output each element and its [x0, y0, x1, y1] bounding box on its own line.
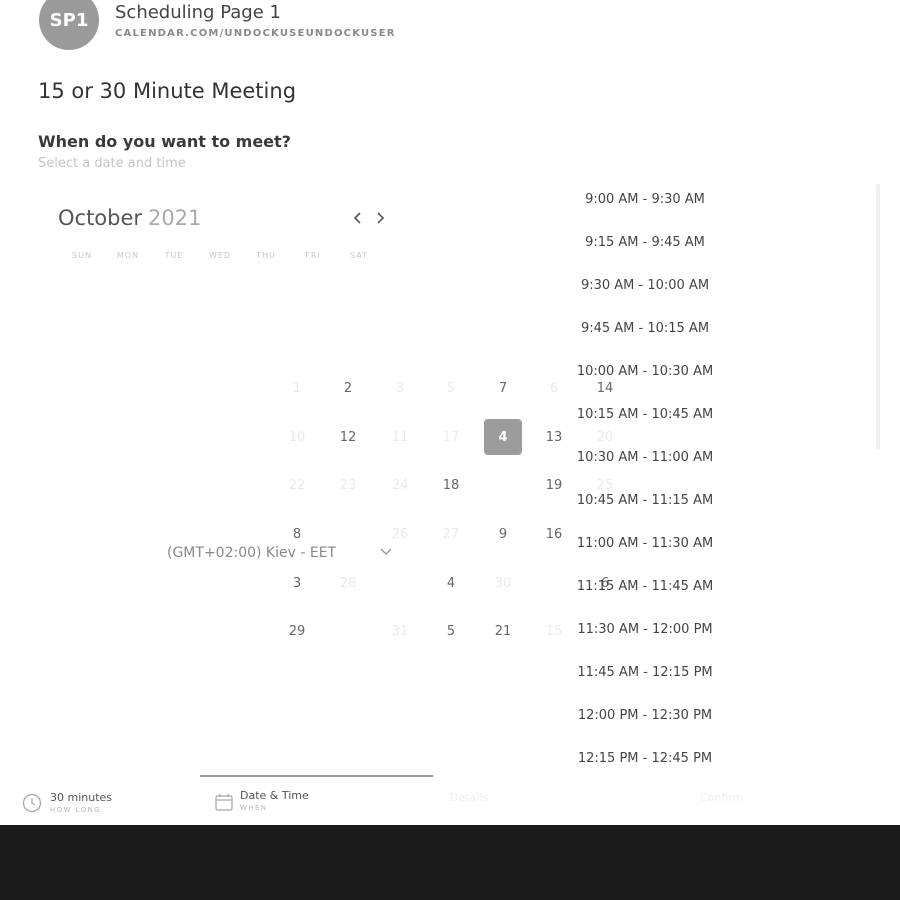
weekday-thu: THU [256, 251, 276, 260]
next-month-button[interactable] [372, 209, 388, 227]
weekday-fri: FRI [305, 251, 321, 260]
calendar-day[interactable]: 30 [484, 565, 522, 601]
step-duration-title: 30 minutes [50, 791, 113, 804]
calendar-month-label: October 2021 [58, 206, 202, 230]
weekday-tue: TUE [164, 251, 184, 260]
question-heading: When do you want to meet? [38, 132, 291, 151]
calendar-icon [215, 794, 233, 811]
chevron-right-icon [377, 212, 385, 224]
timezone-select[interactable]: (GMT+02:00) Kiev - EET [167, 545, 336, 561]
year-name: 2021 [148, 206, 202, 230]
time-slot[interactable]: 9:00 AM - 9:30 AM [570, 188, 720, 212]
step-duration-sub: HOW LONG [50, 806, 101, 814]
calendar-day[interactable]: 4 [432, 565, 470, 601]
time-slots-scrollbar[interactable] [876, 184, 880, 449]
time-slot[interactable]: 9:45 AM - 10:15 AM [570, 317, 720, 341]
calendar-day[interactable]: 17 [432, 419, 470, 455]
clock-icon [22, 793, 42, 813]
weekday-mon: MON [116, 251, 140, 260]
time-slot[interactable]: 9:30 AM - 10:00 AM [570, 274, 720, 298]
calendar-day[interactable]: 15 [535, 613, 573, 649]
calendar-day[interactable]: 27 [432, 516, 470, 552]
time-slot[interactable]: 10:15 AM - 10:45 AM [570, 403, 720, 427]
step-details[interactable]: Details [450, 791, 488, 804]
calendar-day[interactable]: 2 [329, 370, 367, 406]
calendar-day[interactable]: 1 [278, 370, 316, 406]
time-slot[interactable]: 12:15 PM - 12:45 PM [570, 747, 720, 771]
calendar-day-selected[interactable]: 4 [484, 419, 522, 455]
calendar-day[interactable]: 24 [381, 467, 419, 503]
avatar: SP1 [39, 0, 99, 50]
time-slot[interactable]: 11:45 AM - 12:15 PM [570, 661, 720, 685]
prev-month-button[interactable] [350, 209, 366, 227]
time-slot[interactable]: 10:30 AM - 11:00 AM [570, 446, 720, 470]
calendar-day[interactable]: 12 [329, 419, 367, 455]
calendar-day[interactable]: 16 [535, 516, 573, 552]
time-slot[interactable]: 12:00 PM - 12:30 PM [570, 704, 720, 728]
calendar-day[interactable]: 3 [278, 565, 316, 601]
page-header: SP1 Scheduling Page 1 CALENDAR.COM/UNDOC… [0, 0, 900, 60]
time-slot[interactable]: 11:15 AM - 11:45 AM [570, 575, 720, 599]
time-slot[interactable]: 9:15 AM - 9:45 AM [570, 231, 720, 255]
calendar-day[interactable]: 29 [278, 613, 316, 649]
calendar-day[interactable]: 6 [535, 370, 573, 406]
calendar-day[interactable]: 11 [381, 419, 419, 455]
step-confirm[interactable]: Confirm [700, 791, 743, 804]
booking-steps: 30 minutes HOW LONG Date & Time WHEN Det… [0, 775, 900, 825]
weekday-sat: SAT [350, 251, 368, 260]
active-step-indicator [200, 775, 433, 777]
calendar-day[interactable]: 23 [329, 467, 367, 503]
weekday-wed: WED [208, 251, 232, 260]
footer-bar [0, 825, 900, 900]
calendar-day[interactable]: 13 [535, 419, 573, 455]
calendar-day[interactable]: 19 [535, 467, 573, 503]
calendar-day[interactable]: 28 [329, 565, 367, 601]
calendar-day[interactable]: 31 [381, 613, 419, 649]
calendar-day[interactable]: 22 [278, 467, 316, 503]
step-datetime-sub: WHEN [240, 804, 268, 812]
calendar-day[interactable]: 3 [381, 370, 419, 406]
time-slot[interactable]: 10:45 AM - 11:15 AM [570, 489, 720, 513]
time-slot[interactable]: 10:00 AM - 10:30 AM [570, 360, 720, 384]
step-datetime-title: Date & Time [240, 789, 309, 802]
meeting-title: 15 or 30 Minute Meeting [38, 79, 297, 103]
calendar-day[interactable]: 7 [484, 370, 522, 406]
calendar-day[interactable]: 10 [278, 419, 316, 455]
chevron-left-icon [353, 212, 361, 224]
scheduling-page-name: Scheduling Page 1 [115, 2, 281, 23]
calendar-day[interactable]: 21 [484, 613, 522, 649]
chevron-down-icon[interactable] [380, 545, 392, 559]
hint-text: Select a date and time [38, 156, 186, 171]
calendar-day[interactable]: 5 [432, 613, 470, 649]
weekday-sun: SUN [72, 251, 92, 260]
scheduling-page-url[interactable]: CALENDAR.COM/UNDOCKUSEUNDOCKUSER [115, 28, 396, 39]
time-slot[interactable]: 11:00 AM - 11:30 AM [570, 532, 720, 556]
time-slot[interactable]: 11:30 AM - 12:00 PM [570, 618, 720, 642]
month-name: October [58, 206, 143, 230]
calendar-day[interactable]: 5 [432, 370, 470, 406]
calendar-day[interactable]: 18 [432, 467, 470, 503]
calendar-day[interactable]: 9 [484, 516, 522, 552]
